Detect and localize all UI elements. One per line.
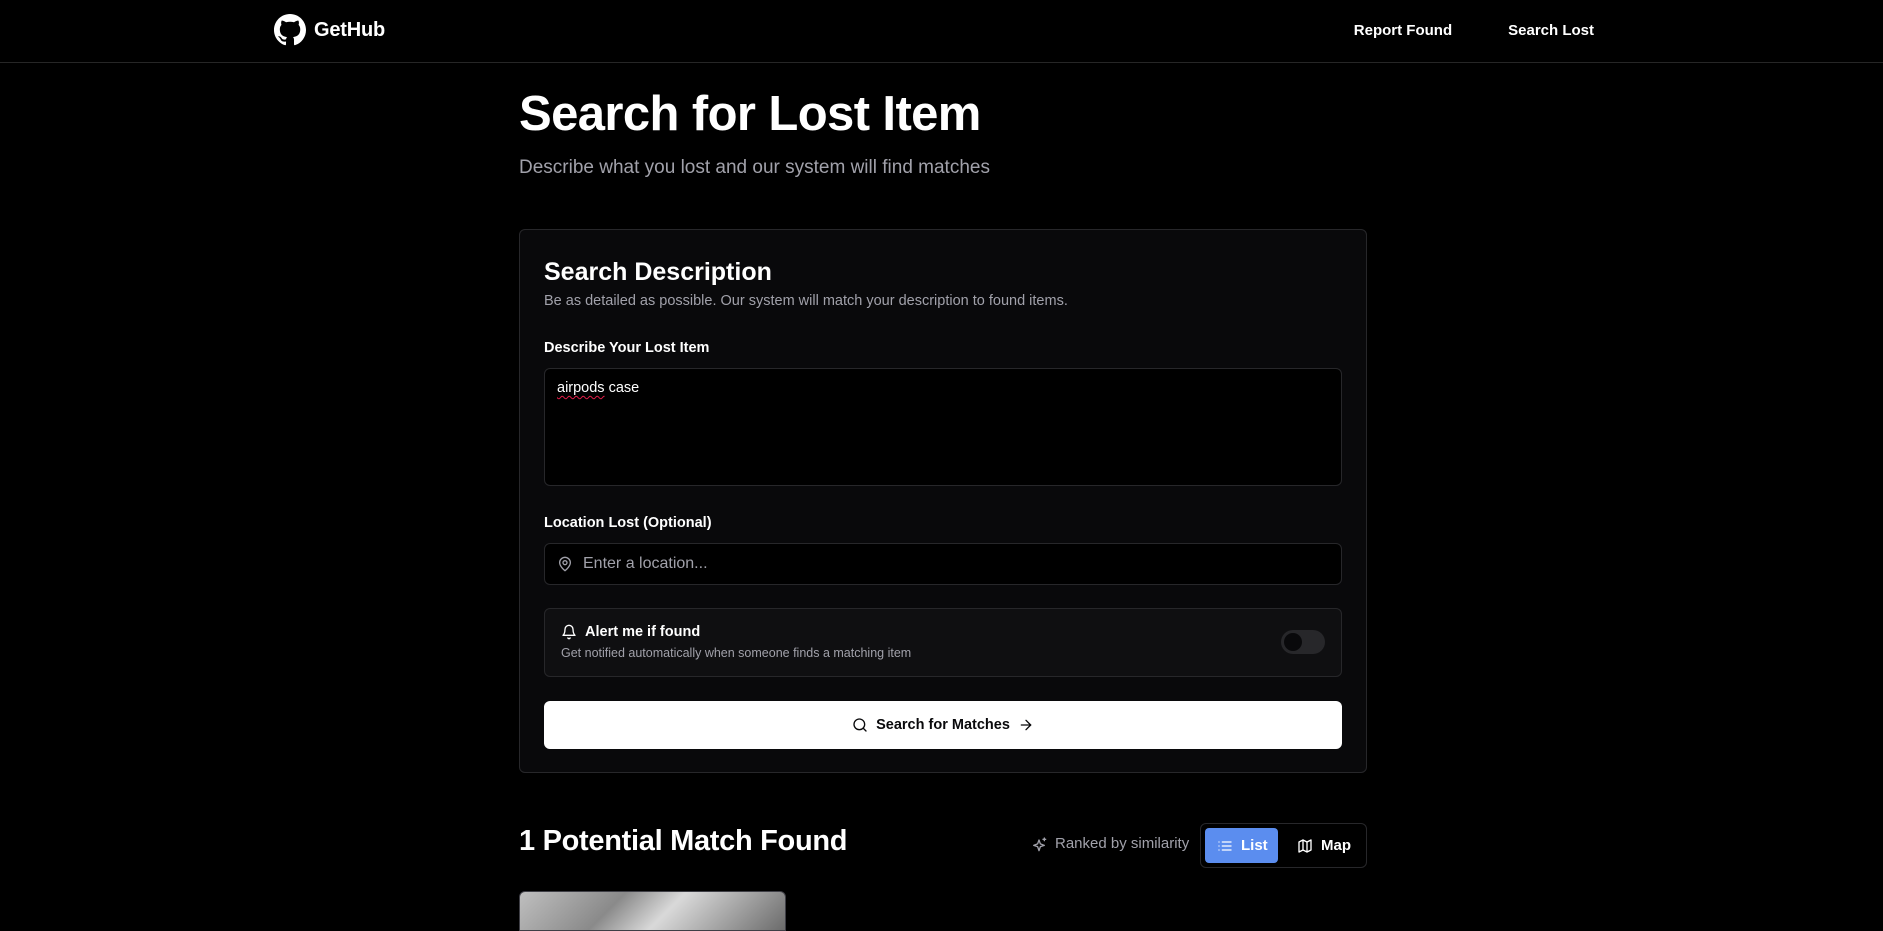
location-label: Location Lost (Optional) — [544, 515, 712, 531]
list-view-button[interactable]: List — [1205, 828, 1278, 863]
location-input[interactable]: Enter a location... — [544, 543, 1342, 585]
description-textarea[interactable]: airpods case — [544, 368, 1342, 486]
arrow-right-icon — [1020, 719, 1032, 731]
map-pin-icon — [559, 556, 571, 572]
sparkles-icon — [1033, 836, 1047, 851]
search-button-label: Search for Matches — [876, 717, 1010, 733]
toggle-knob — [1284, 633, 1302, 651]
brand[interactable]: GetHub — [274, 14, 385, 46]
results-title: 1 Potential Match Found — [519, 825, 848, 857]
brand-name: GetHub — [314, 18, 386, 41]
nav-search-lost[interactable]: Search Lost — [1508, 22, 1594, 39]
search-icon — [853, 718, 867, 732]
map-view-label: Map — [1321, 837, 1351, 854]
nav-report-found[interactable]: Report Found — [1354, 22, 1452, 39]
misspelled-word: airpods — [557, 380, 605, 396]
card-title: Search Description — [544, 258, 772, 286]
list-icon — [1218, 840, 1232, 851]
ranked-by-label: Ranked by similarity — [1055, 835, 1190, 852]
search-for-matches-button[interactable]: Search for Matches — [544, 701, 1342, 749]
search-form-card: Search Description Be as detailed as pos… — [519, 229, 1367, 773]
description-text: case — [604, 380, 640, 396]
alert-description: Get notified automatically when someone … — [561, 646, 912, 660]
alert-title: Alert me if found — [585, 624, 701, 640]
description-label: Describe Your Lost Item — [544, 340, 710, 356]
top-navbar: GetHub Report Found Search Lost — [0, 0, 1883, 63]
page-subtitle: Describe what you lost and our system wi… — [519, 157, 990, 178]
alert-me-box: Alert me if found Get notified automatic… — [544, 608, 1342, 677]
nav-links: Report Found Search Lost — [1354, 22, 1594, 39]
github-logo-icon — [274, 14, 306, 46]
bell-icon — [562, 624, 576, 640]
list-view-label: List — [1241, 837, 1268, 854]
location-placeholder: Enter a location... — [583, 555, 708, 572]
page-title: Search for Lost Item — [519, 87, 981, 141]
alert-toggle[interactable] — [1281, 630, 1325, 654]
match-thumbnail-image[interactable] — [519, 891, 786, 931]
map-view-button[interactable]: Map — [1289, 828, 1359, 863]
map-icon — [1298, 838, 1312, 853]
alert-header: Alert me if found — [561, 624, 700, 640]
card-description: Be as detailed as possible. Our system w… — [544, 293, 1068, 309]
view-toggle: List Map — [1200, 823, 1367, 868]
ranked-by-note: Ranked by similarity — [1031, 835, 1189, 852]
